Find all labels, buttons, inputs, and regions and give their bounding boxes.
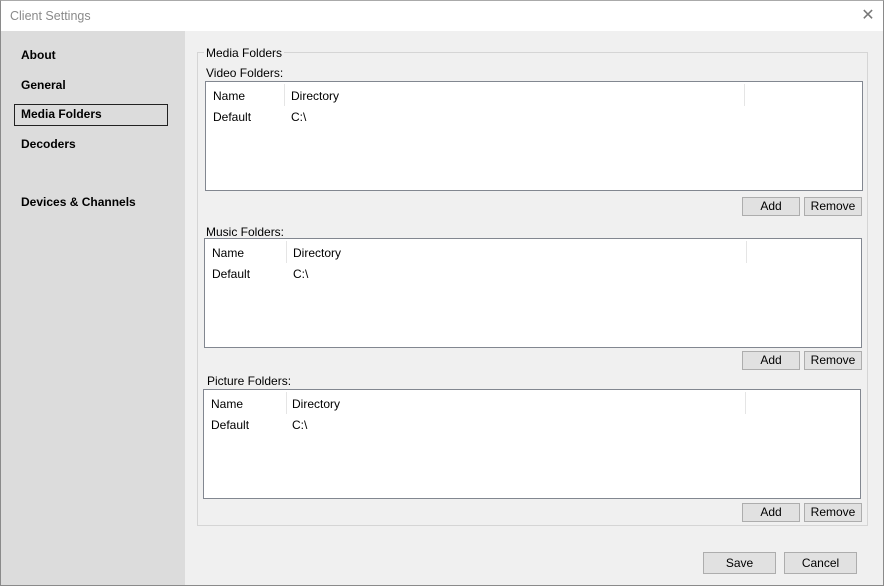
sidebar-item-media-folders[interactable]: Media Folders (14, 104, 168, 126)
column-header-directory[interactable]: Directory (292, 397, 340, 411)
music-folders-list[interactable]: Name Directory Default C:\ (204, 238, 862, 348)
video-folders-list[interactable]: Name Directory Default C:\ (205, 81, 863, 191)
picture-add-button[interactable]: Add (742, 503, 800, 522)
sidebar-item-decoders[interactable]: Decoders (14, 134, 168, 156)
row-name: Default (213, 110, 252, 124)
column-separator[interactable] (284, 84, 285, 106)
picture-folders-list[interactable]: Name Directory Default C:\ (203, 389, 861, 499)
video-folders-label: Video Folders: (206, 66, 284, 80)
sidebar-item-general[interactable]: General (14, 75, 168, 97)
column-separator[interactable] (744, 84, 745, 106)
column-header-name[interactable]: Name (211, 397, 243, 411)
save-button[interactable]: Save (703, 552, 776, 574)
column-header-name[interactable]: Name (212, 246, 244, 260)
video-remove-button[interactable]: Remove (804, 197, 862, 216)
row-directory: C:\ (292, 418, 308, 432)
cancel-button[interactable]: Cancel (784, 552, 857, 574)
window-title: Client Settings (10, 9, 91, 23)
column-header-name[interactable]: Name (213, 89, 245, 103)
row-directory: C:\ (293, 267, 309, 281)
sidebar-item-about[interactable]: About (14, 45, 168, 67)
column-header-directory[interactable]: Directory (293, 246, 341, 260)
music-add-button[interactable]: Add (742, 351, 800, 370)
picture-remove-button[interactable]: Remove (804, 503, 862, 522)
row-name: Default (212, 267, 251, 281)
column-separator[interactable] (286, 241, 287, 263)
close-icon[interactable]: ✕ (857, 5, 879, 27)
column-separator[interactable] (286, 392, 287, 414)
sidebar: About General Media Folders Decoders Dev… (1, 31, 185, 585)
column-separator[interactable] (746, 241, 747, 263)
sidebar-item-devices-channels[interactable]: Devices & Channels (14, 192, 168, 214)
title-bar: Client Settings ✕ (1, 1, 883, 31)
music-remove-button[interactable]: Remove (804, 351, 862, 370)
column-separator[interactable] (745, 392, 746, 414)
row-name: Default (211, 418, 250, 432)
row-directory: C:\ (291, 110, 307, 124)
picture-folders-label: Picture Folders: (207, 374, 292, 388)
group-title: Media Folders (204, 46, 285, 60)
video-add-button[interactable]: Add (742, 197, 800, 216)
music-folders-label: Music Folders: (206, 225, 285, 239)
column-header-directory[interactable]: Directory (291, 89, 339, 103)
